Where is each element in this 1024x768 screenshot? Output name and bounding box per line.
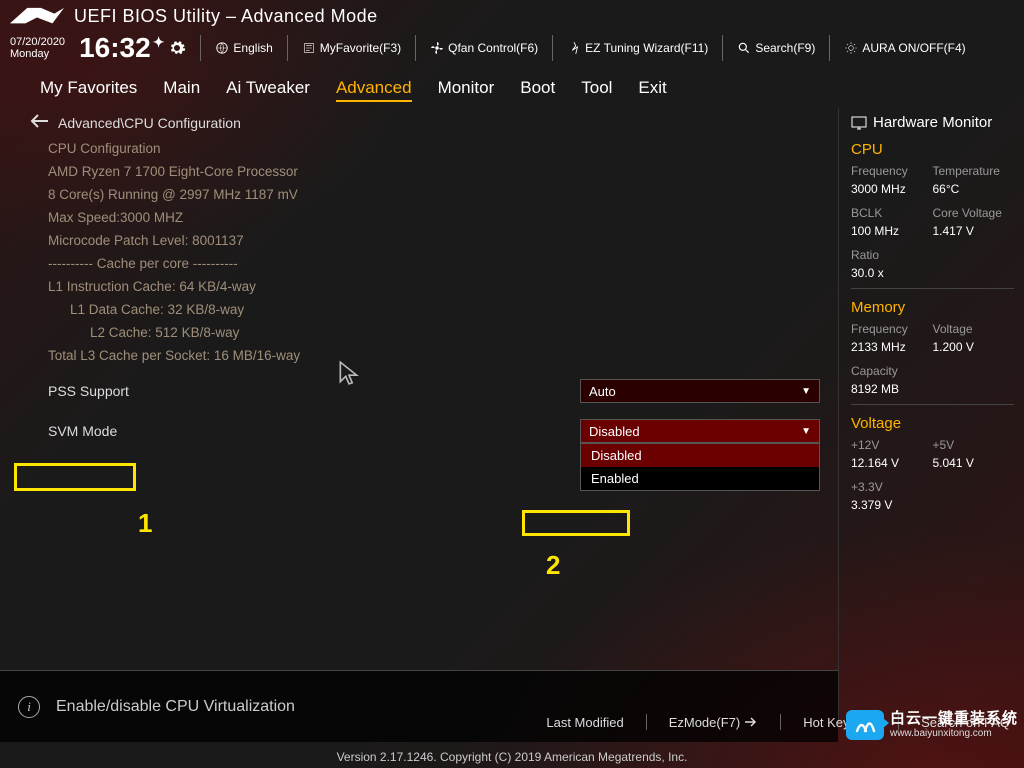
chevron-down-icon: ▼ [801, 386, 811, 397]
breadcrumb-path: Advanced\CPU Configuration [58, 115, 241, 131]
svm-label: SVM Mode [30, 423, 580, 439]
annotation-box-1 [14, 463, 136, 491]
pss-select[interactable]: Auto ▼ [580, 379, 820, 403]
cpu-core-voltage: 1.417 V [933, 224, 1015, 238]
tab-monitor[interactable]: Monitor [438, 78, 495, 102]
hw-cpu-title: CPU [851, 141, 1014, 158]
annotation-label-1: 1 [138, 508, 152, 539]
cpu-cores: 8 Core(s) Running @ 2997 MHz 1187 mV [48, 187, 820, 202]
hw-title: Hardware Monitor [851, 114, 1014, 131]
annotation-label-2: 2 [546, 550, 560, 581]
volt-5v: 5.041 V [933, 456, 1015, 470]
watermark-text: 白云一键重装系统 [890, 711, 1018, 728]
svm-option-disabled[interactable]: Disabled [581, 444, 819, 467]
watermark-logo-icon [846, 710, 884, 740]
cpu-temp: 66°C [933, 182, 1015, 196]
hw-mem-title: Memory [851, 299, 1014, 316]
tab-main[interactable]: Main [163, 78, 200, 102]
tab-my-favorites[interactable]: My Favorites [40, 78, 137, 102]
mem-voltage: 1.200 V [933, 340, 1015, 354]
cpu-ratio: 30.0 x [851, 266, 933, 280]
clock: 16:32✦ [79, 32, 186, 64]
rog-logo-icon [8, 4, 66, 28]
tab-boot[interactable]: Boot [520, 78, 555, 102]
cache-hdr: ---------- Cache per core ---------- [48, 256, 820, 271]
help-bar: i Enable/disable CPU Virtualization [0, 670, 838, 742]
l3: Total L3 Cache per Socket: 16 MB/16-way [48, 348, 820, 363]
language-selector[interactable]: English [215, 41, 272, 55]
main-tabs: My Favorites Main Ai Tweaker Advanced Mo… [0, 72, 1024, 108]
date: 07/20/2020 [10, 36, 65, 48]
svm-select[interactable]: Disabled ▼ [580, 419, 820, 443]
volt-12v: 12.164 V [851, 456, 933, 470]
tab-advanced[interactable]: Advanced [336, 78, 412, 102]
gear-icon[interactable] [168, 32, 186, 64]
last-modified-button[interactable]: Last Modified [546, 715, 623, 730]
tab-tool[interactable]: Tool [581, 78, 612, 102]
back-arrow-icon[interactable] [30, 114, 48, 131]
search-button[interactable]: Search(F9) [737, 41, 815, 55]
date-block: 07/20/2020 Monday [10, 36, 65, 60]
mem-frequency: 2133 MHz [851, 340, 933, 354]
setting-pss: PSS Support Auto ▼ [30, 379, 820, 403]
copyright: Version 2.17.1246. Copyright (C) 2019 Am… [0, 750, 1024, 764]
cpu-bclk: 100 MHz [851, 224, 933, 238]
l1i: L1 Instruction Cache: 64 KB/4-way [48, 279, 820, 294]
cpu-microcode: Microcode Patch Level: 8001137 [48, 233, 820, 248]
pss-label: PSS Support [30, 383, 580, 399]
help-text: Enable/disable CPU Virtualization [56, 698, 295, 716]
chevron-down-icon: ▼ [801, 426, 811, 437]
hw-volt-title: Voltage [851, 415, 1014, 432]
cpu-config-heading: CPU Configuration [48, 141, 820, 156]
svm-option-enabled[interactable]: Enabled [581, 467, 819, 490]
ez-tuning-button[interactable]: EZ Tuning Wizard(F11) [567, 41, 708, 55]
app-title: UEFI BIOS Utility – Advanced Mode [74, 6, 378, 27]
ezmode-button[interactable]: EzMode(F7) [669, 715, 759, 730]
l2: L2 Cache: 512 KB/8-way [90, 325, 820, 340]
window-titlebar: UEFI BIOS Utility – Advanced Mode [0, 0, 1024, 30]
qfan-button[interactable]: Qfan Control(F6) [430, 41, 538, 55]
l1d: L1 Data Cache: 32 KB/8-way [70, 302, 820, 317]
cpu-frequency: 3000 MHz [851, 182, 933, 196]
volt-3v3: 3.379 V [851, 498, 933, 512]
tab-ai-tweaker[interactable]: Ai Tweaker [226, 78, 310, 102]
tab-exit[interactable]: Exit [638, 78, 666, 102]
mem-capacity: 8192 MB [851, 382, 933, 396]
cpu-name: AMD Ryzen 7 1700 Eight-Core Processor [48, 164, 820, 179]
svm-dropdown: Disabled Enabled [580, 443, 820, 491]
watermark-url: www.baiyunxitong.com [890, 728, 1018, 739]
myfavorite-button[interactable]: MyFavorite(F3) [302, 41, 401, 55]
aura-button[interactable]: AURA ON/OFF(F4) [844, 41, 965, 55]
cpu-max: Max Speed:3000 MHZ [48, 210, 820, 225]
watermark: 白云一键重装系统 www.baiyunxitong.com [846, 710, 1018, 740]
hardware-monitor-panel: Hardware Monitor CPU Frequency Temperatu… [838, 108, 1024, 724]
info-icon: i [18, 696, 40, 718]
header-toolbar: 07/20/2020 Monday 16:32✦ English MyFavor… [0, 30, 1024, 72]
annotation-box-2 [522, 510, 630, 536]
setting-svm: SVM Mode Disabled ▼ Disabled Enabled [30, 419, 820, 443]
day: Monday [10, 48, 65, 60]
breadcrumb: Advanced\CPU Configuration [30, 114, 820, 131]
